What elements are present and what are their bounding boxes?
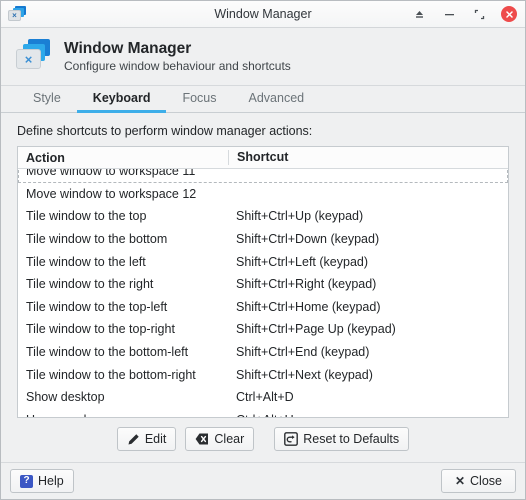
shortcuts-table[interactable]: Action Shortcut Move window to workspace… [17,146,509,418]
cell-action: Tile window to the top-left [26,299,168,314]
minimize-icon[interactable] [441,6,458,23]
header-icon-glyph: × [24,51,33,67]
pencil-icon [127,433,140,446]
column-header-shortcut[interactable]: Shortcut [228,150,508,165]
maximize-icon[interactable] [471,6,488,23]
table-row[interactable]: Tile window to the bottom Shift+Ctrl+Down… [18,228,508,251]
clear-button[interactable]: Clear [185,427,255,451]
cell-action: Show desktop [26,390,105,405]
page-title: Window Manager [64,39,192,57]
reset-to-defaults-button[interactable]: Reset to Defaults [274,427,410,451]
help-icon: ? [20,474,33,488]
cell-action: Tile window to the bottom-right [26,367,196,382]
dialog-button-bar: ? Help ✕ Close [1,462,525,499]
table-row[interactable]: Tile window to the bottom-right Shift+Ctr… [18,363,508,386]
reset-button-label: Reset to Defaults [303,432,400,446]
cell-shortcut: Shift+Ctrl+End (keypad) [236,345,370,360]
tab-focus[interactable]: Focus [166,87,232,113]
tab-keyboard[interactable]: Keyboard [76,87,167,113]
table-row[interactable]: Show desktop Ctrl+Alt+D [18,386,508,409]
titlebar: × Window Manager [1,1,525,28]
tab-style[interactable]: Style [17,87,77,113]
table-row[interactable]: Tile window to the top-right Shift+Ctrl+P… [18,318,508,341]
cell-action: Tile window to the bottom-left [26,345,189,360]
cell-action: Move window to workspace 11 [26,169,196,179]
help-button-label: Help [38,474,64,488]
cell-action: Tile window to the left [26,254,146,269]
page-subtitle: Configure window behaviour and shortcuts [64,58,291,73]
window-manager-icon: × [8,5,26,23]
window-manager-window: × Window Manager × Window Manager Config… [0,0,526,500]
window-manager-large-icon: × [15,38,53,74]
tab-advanced[interactable]: Advanced [233,87,321,113]
cell-shortcut: Shift+Ctrl+Left (keypad) [236,254,369,269]
cell-shortcut: Shift+Ctrl+Next (keypad) [236,367,373,382]
table-row[interactable]: Tile window to the top Shift+Ctrl+Up (key… [18,205,508,228]
close-icon[interactable] [501,6,517,22]
cell-action: Upper workspace [18,413,228,417]
cell-action: Tile window to the top-right [26,322,175,337]
cell-action: Tile window to the top [26,209,147,224]
table-body[interactable]: Move window to workspace 11 Move window t… [18,169,508,417]
cell-shortcut: Shift+Ctrl+Up (keypad) [236,209,364,224]
close-button-label: Close [470,474,502,488]
table-row[interactable]: Move window to workspace 12 [18,183,508,206]
cell-shortcut: Shift+Ctrl+Home (keypad) [236,299,381,314]
reset-icon [284,432,299,446]
cell-shortcut: Shift+Ctrl+Down (keypad) [236,232,380,247]
cell-action: Move window to workspace 12 [26,186,197,201]
cell-shortcut: Ctrl+Alt+Up [228,413,508,417]
window-controls [411,6,519,23]
close-x-icon: ✕ [454,474,466,488]
column-header-action[interactable]: Action [18,151,228,165]
clear-button-label: Clear [214,432,245,446]
table-header-row: Action Shortcut [18,147,508,169]
keep-above-icon[interactable] [411,6,428,23]
cell-shortcut: Shift+Ctrl+Right (keypad) [236,277,377,292]
close-button[interactable]: ✕ Close [440,469,516,493]
cell-shortcut: Ctrl+Alt+D [236,390,294,405]
cell-shortcut: Shift+Ctrl+Page Up (keypad) [236,322,396,337]
edit-button-label: Edit [144,432,167,446]
cell-action: Tile window to the right [26,277,154,292]
shortcuts-description: Define shortcuts to perform window manag… [17,124,313,138]
help-button[interactable]: ? Help [10,469,74,493]
table-row[interactable]: Tile window to the bottom-left Shift+Ctrl… [18,341,508,364]
clear-icon [195,433,209,445]
table-row[interactable]: Tile window to the left Shift+Ctrl+Left (… [18,250,508,273]
table-row[interactable]: Tile window to the top-left Shift+Ctrl+Ho… [18,296,508,319]
table-row[interactable]: Move window to workspace 11 [18,169,508,183]
cell-action: Tile window to the bottom [26,232,168,247]
table-row[interactable]: Upper workspaceCtrl+Alt+Up [18,409,508,417]
table-row[interactable]: Tile window to the right Shift+Ctrl+Right… [18,273,508,296]
edit-button[interactable]: Edit [116,427,177,451]
keyboard-tab-panel: Define shortcuts to perform window manag… [1,113,525,451]
page-header: × Window Manager Configure window behavi… [1,28,525,86]
shortcut-actions-toolbar: Edit Clear Reset to Defaults [17,418,509,451]
tab-bar: Style Keyboard Focus Advanced [1,86,525,113]
